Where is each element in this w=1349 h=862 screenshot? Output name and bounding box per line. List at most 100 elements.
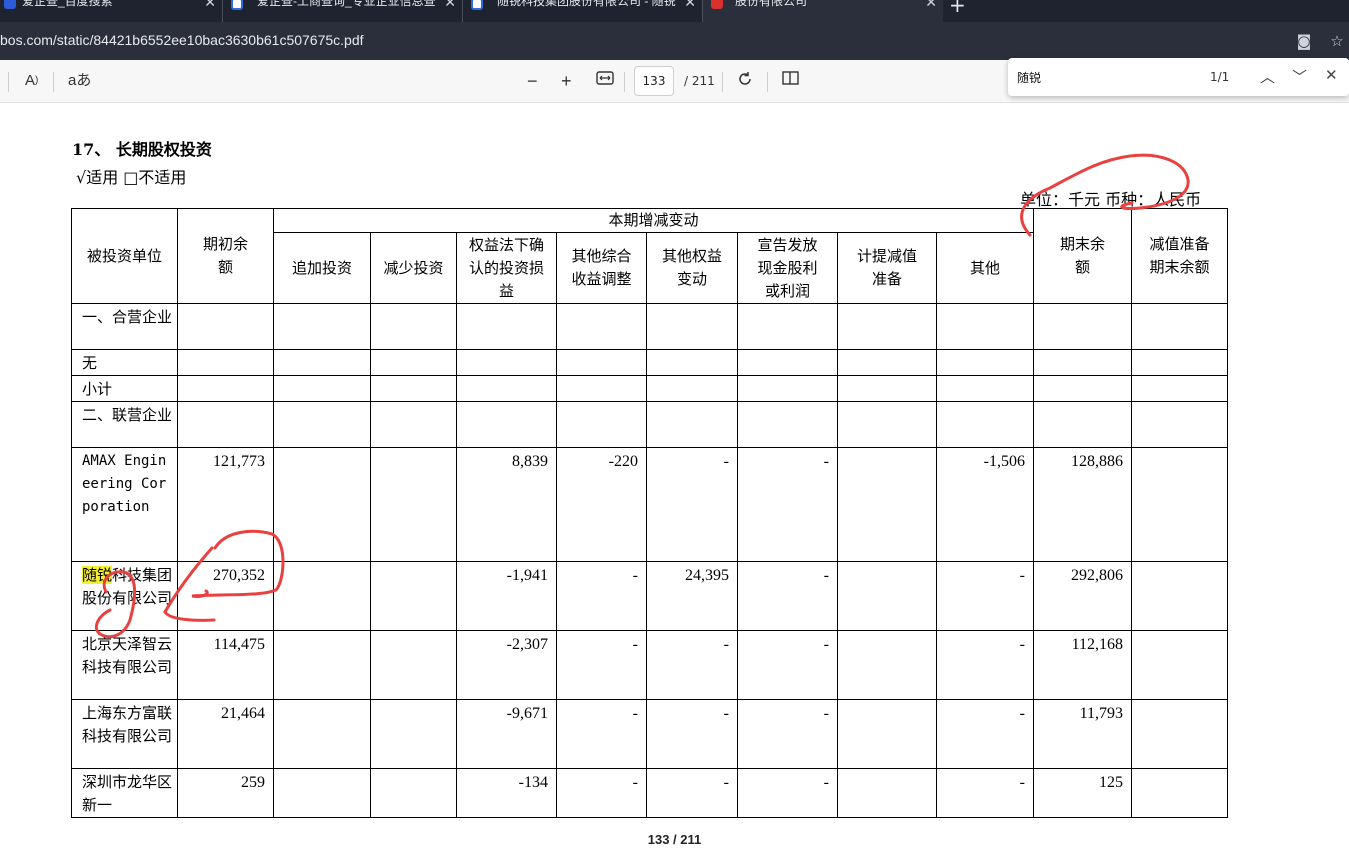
closing-balance: 128,886 [1033, 447, 1132, 562]
page-number-input[interactable]: 133 [634, 66, 674, 96]
impairment-provision [837, 447, 937, 562]
total-pages-label: / 211 [684, 74, 715, 88]
impairment-provision [837, 699, 937, 769]
find-input[interactable]: 随锐 [1017, 69, 1041, 86]
other-change: - [936, 699, 1034, 769]
table-row: AMAX Engineering Corporation 121,773 8,8… [71, 447, 1228, 562]
next-match-icon[interactable]: ﹀ [1292, 66, 1307, 87]
equity-method-pl: -134 [456, 768, 557, 818]
table-row: 无 [71, 349, 1228, 376]
opening-balance: 121,773 [177, 447, 274, 562]
header-row-1: 被投资单位 期初余额 本期增减变动 期末余额 减值准备期末余额 [71, 208, 1228, 304]
impairment-provision [837, 630, 937, 700]
tab-baidu-search[interactable]: 爱企查_百度搜索 ✕ [0, 0, 223, 22]
zoom-out-button[interactable]: − [527, 70, 538, 92]
oci-adjustment: -220 [556, 447, 647, 562]
tab-title: 股份有限公司 [735, 0, 808, 8]
close-tab-icon[interactable]: ✕ [204, 0, 216, 9]
opening-balance: 114,475 [177, 630, 274, 700]
dividends-declared: - [737, 561, 838, 631]
tab-title: 爱企查_百度搜索 [22, 0, 113, 8]
header-other: 其他 [936, 232, 1034, 304]
read-aloud-button[interactable]: A) [25, 70, 38, 92]
find-match-count: 1/1 [1210, 70, 1230, 84]
dividends-declared: - [737, 699, 838, 769]
find-in-page-bar: 随锐 1/1 ︿ ﹀ ✕ [1008, 58, 1349, 96]
table-row: 随锐科技集团股份有限公司 270,352 -1,941 - 24,395 - -… [71, 561, 1228, 631]
equity-method-pl: -1,941 [456, 561, 557, 631]
other-equity-change: - [646, 699, 738, 769]
header-additional-investment: 追加投资 [273, 232, 371, 304]
toolbar-divider [624, 72, 625, 92]
oci-adjustment: - [556, 630, 647, 700]
favorite-star-icon[interactable]: ☆ [1327, 31, 1347, 51]
zoom-in-button[interactable]: + [561, 70, 572, 92]
tab-title: 随锐科技集团股份有限公司 - 随锐 [497, 0, 676, 8]
reduced-investment [370, 768, 457, 818]
additional-investment [273, 561, 371, 631]
investee-name: 随锐科技集团股份有限公司 [71, 561, 178, 631]
impairment-provision [837, 768, 937, 818]
other-change: - [936, 768, 1034, 818]
table-row: 小计 [71, 375, 1228, 402]
header-investee: 被投资单位 [71, 208, 178, 304]
oci-adjustment: - [556, 768, 647, 818]
row-label: 一、合营企业 [71, 303, 178, 350]
baidu-favicon-icon [4, 0, 16, 9]
new-tab-icon[interactable]: + [949, 0, 966, 17]
impairment-closing-balance [1131, 561, 1228, 631]
dividends-declared: - [737, 630, 838, 700]
fit-to-width-icon[interactable] [596, 70, 614, 92]
header-impairment-provision: 计提减值准备 [837, 232, 937, 304]
close-find-icon[interactable]: ✕ [1325, 66, 1338, 84]
header-closing: 期末余额 [1033, 208, 1132, 304]
section-heading: 17、 长期股权投资 [72, 140, 212, 159]
url-text[interactable]: bos.com/static/84421b6552ee10bac3630b61c… [0, 32, 364, 48]
rotate-icon[interactable] [736, 70, 754, 92]
additional-investment [273, 699, 371, 769]
additional-investment [273, 447, 371, 562]
page-view-icon[interactable] [782, 70, 800, 92]
toolbar-divider [767, 72, 768, 92]
tab-title: 爱企查-工商查询_专业企业信息查 [257, 0, 436, 8]
oci-adjustment: - [556, 699, 647, 769]
investee-name: 上海东方富联科技有限公司 [71, 699, 178, 769]
closing-balance: 292,806 [1033, 561, 1132, 631]
text-options-button[interactable]: aあ [68, 70, 91, 92]
closing-balance: 125 [1033, 768, 1132, 818]
reduced-investment [370, 561, 457, 631]
dividends-declared: - [737, 447, 838, 562]
closing-balance: 112,168 [1033, 630, 1132, 700]
header-oci-adjustment: 其他综合收益调整 [556, 232, 647, 304]
opening-balance: 259 [177, 768, 274, 818]
toolbar-divider [8, 72, 9, 92]
previous-match-icon[interactable]: ︿ [1260, 66, 1275, 87]
row-label: 无 [71, 349, 178, 376]
tab-aiqicha[interactable]: 爱企查-工商查询_专业企业信息查 ✕ [223, 0, 463, 22]
close-tab-icon[interactable]: ✕ [684, 0, 696, 9]
other-change: - [936, 561, 1034, 631]
table-row: 北京天泽智云科技有限公司 114,475 -2,307 - - - - 112,… [71, 630, 1228, 700]
aiqicha-favicon-icon [231, 0, 243, 10]
table-row: 二、联营企业 [71, 401, 1228, 448]
header-period-change: 本期增减变动 [273, 208, 1034, 233]
find-match-highlight: 随锐 [82, 566, 113, 584]
additional-investment [273, 768, 371, 818]
close-tab-icon[interactable]: ✕ [925, 0, 937, 9]
other-equity-change: - [646, 768, 738, 818]
page-view-svg [782, 71, 799, 85]
table-row: 深圳市龙华区新一 259 -134 - - - - 125 [71, 768, 1228, 818]
header-dividends-declared: 宣告发放现金股利或利润 [737, 232, 838, 304]
long-term-equity-investment-table: 被投资单位 期初余额 本期增减变动 期末余额 减值准备期末余额 追加投资 减少投… [71, 208, 1228, 818]
oci-adjustment: - [556, 561, 647, 631]
close-tab-icon[interactable]: ✕ [444, 0, 456, 9]
other-equity-change: - [646, 630, 738, 700]
tab-pdf-active[interactable]: 股份有限公司 ✕ [703, 0, 943, 22]
header-opening: 期初余额 [177, 208, 274, 304]
table-row: 一、合营企业 [71, 303, 1228, 350]
tab-suirui[interactable]: 随锐科技集团股份有限公司 - 随锐 ✕ [463, 0, 703, 22]
closing-balance: 11,793 [1033, 699, 1132, 769]
rotate-svg [739, 72, 751, 85]
tab-strip: 爱企查_百度搜索 ✕ 爱企查-工商查询_专业企业信息查 ✕ 随锐科技集团股份有限… [0, 0, 1349, 22]
reader-view-icon[interactable]: ◙ [1294, 31, 1314, 51]
